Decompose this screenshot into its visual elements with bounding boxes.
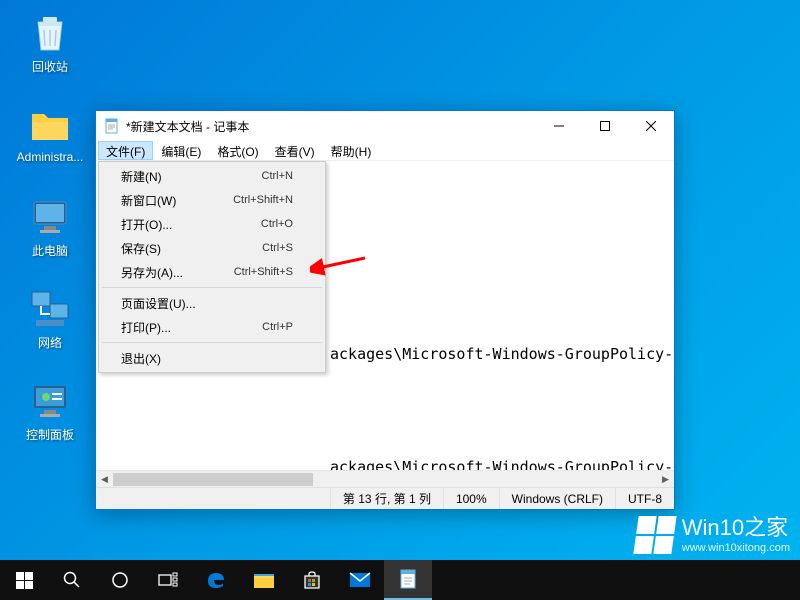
menu-item-open[interactable]: 打开(O)... Ctrl+O — [101, 212, 323, 236]
watermark: Win10之家 www.win10xitong.com — [636, 515, 790, 555]
desktop-icon-label: 回收站 — [12, 58, 88, 75]
taskbar — [0, 560, 800, 600]
desktop-icon-admin-folder[interactable]: Administra... — [12, 100, 88, 164]
menu-item-page-setup[interactable]: 页面设置(U)... — [101, 291, 323, 315]
watermark-url: www.win10xitong.com — [682, 542, 790, 555]
scroll-thumb[interactable] — [113, 473, 313, 486]
cortana-button[interactable] — [96, 560, 144, 600]
desktop-icon-label: 网络 — [12, 334, 88, 351]
menubar: 文件(F) 编辑(E) 格式(O) 查看(V) 帮助(H) 新建(N) Ctrl… — [96, 141, 674, 161]
recycle-bin-icon — [26, 8, 74, 56]
titlebar[interactable]: *新建文本文档 - 记事本 — [96, 111, 674, 141]
status-line-ending: Windows (CRLF) — [499, 488, 615, 509]
notepad-taskbar-button[interactable] — [384, 560, 432, 600]
scroll-right-icon[interactable]: ▶ — [657, 471, 674, 488]
desktop-icon-this-pc[interactable]: 此电脑 — [12, 192, 88, 259]
status-spacer — [96, 488, 330, 509]
store-button[interactable] — [288, 560, 336, 600]
menu-item-save[interactable]: 保存(S) Ctrl+S — [101, 236, 323, 260]
menu-item-new[interactable]: 新建(N) Ctrl+N — [101, 164, 323, 188]
control-panel-icon — [26, 376, 74, 424]
menu-edit[interactable]: 编辑(E) — [153, 141, 209, 160]
watermark-title: Win10之家 — [682, 515, 790, 541]
desktop-icon-recycle-bin[interactable]: 回收站 — [12, 8, 88, 75]
desktop-icon-label: 控制面板 — [12, 426, 88, 443]
desktop-icon-label: 此电脑 — [12, 242, 88, 259]
horizontal-scrollbar[interactable]: ◀ ▶ — [96, 470, 674, 487]
menu-view[interactable]: 查看(V) — [267, 141, 323, 160]
menu-item-print[interactable]: 打印(P)... Ctrl+P — [101, 315, 323, 339]
this-pc-icon — [26, 192, 74, 240]
scroll-left-icon[interactable]: ◀ — [96, 471, 113, 488]
file-menu-dropdown: 新建(N) Ctrl+N 新窗口(W) Ctrl+Shift+N 打开(O)..… — [98, 161, 326, 373]
explorer-button[interactable] — [240, 560, 288, 600]
statusbar: 第 13 行, 第 1 列 100% Windows (CRLF) UTF-8 — [96, 487, 674, 509]
status-zoom: 100% — [443, 488, 499, 509]
menu-file[interactable]: 文件(F) — [98, 141, 153, 160]
network-icon — [26, 284, 74, 332]
notepad-icon — [104, 118, 120, 134]
desktop-icon-control-panel[interactable]: 控制面板 — [12, 376, 88, 443]
start-button[interactable] — [0, 560, 48, 600]
search-button[interactable] — [48, 560, 96, 600]
menu-item-save-as[interactable]: 另存为(A)... Ctrl+Shift+S — [101, 260, 323, 284]
menu-item-new-window[interactable]: 新窗口(W) Ctrl+Shift+N — [101, 188, 323, 212]
desktop-icon-network[interactable]: 网络 — [12, 284, 88, 351]
windows-logo-icon — [633, 516, 676, 554]
maximize-button[interactable] — [582, 111, 628, 141]
status-position: 第 13 行, 第 1 列 — [330, 488, 443, 509]
folder-icon — [26, 100, 74, 148]
edge-button[interactable] — [192, 560, 240, 600]
notepad-window: *新建文本文档 - 记事本 文件(F) 编辑(E) 格式(O) 查看(V) 帮助… — [95, 110, 675, 510]
status-encoding: UTF-8 — [615, 488, 674, 509]
minimize-button[interactable] — [536, 111, 582, 141]
menu-item-exit[interactable]: 退出(X) — [101, 346, 323, 370]
close-button[interactable] — [628, 111, 674, 141]
menu-help[interactable]: 帮助(H) — [323, 141, 380, 160]
desktop-icon-label: Administra... — [12, 150, 88, 164]
menu-separator — [102, 287, 322, 288]
menu-separator — [102, 342, 322, 343]
window-title: *新建文本文档 - 记事本 — [126, 118, 536, 135]
scroll-track[interactable] — [113, 471, 657, 488]
menu-format[interactable]: 格式(O) — [209, 141, 266, 160]
mail-button[interactable] — [336, 560, 384, 600]
taskview-button[interactable] — [144, 560, 192, 600]
